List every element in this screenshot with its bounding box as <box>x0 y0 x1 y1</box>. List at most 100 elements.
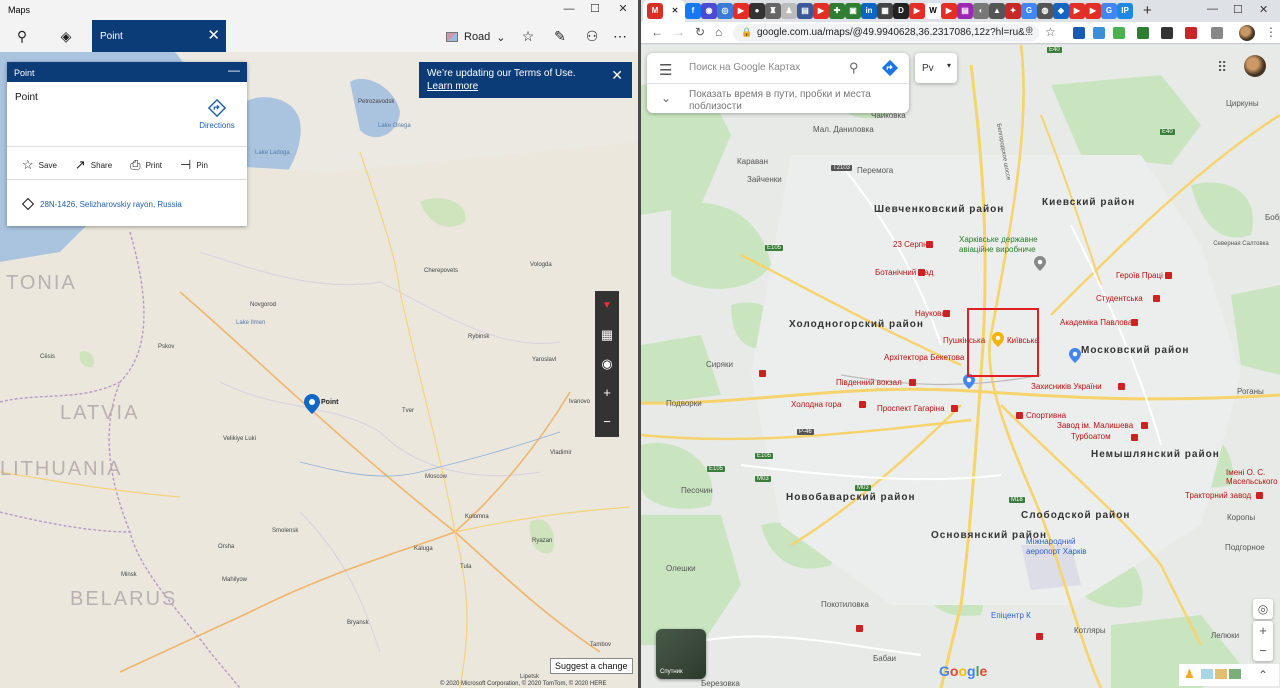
directions-icon[interactable]: ◈ <box>56 26 76 46</box>
location-pin-icon[interactable] <box>304 394 320 414</box>
tab-icon[interactable]: ▣ <box>845 3 861 19</box>
youtube-tab-icon[interactable]: ▶ <box>1069 3 1085 19</box>
tab-icon[interactable]: ◆ <box>1053 3 1069 19</box>
place-marker-icon[interactable] <box>1034 256 1046 271</box>
layer-thumbnail[interactable] <box>1229 669 1241 679</box>
notice-close-icon[interactable]: ✕ <box>611 67 623 84</box>
share-button[interactable]: ↗ Share <box>75 157 112 173</box>
bookmark-star-icon[interactable]: ☆ <box>1045 25 1056 39</box>
zoom-in-button[interactable]: + <box>595 378 619 407</box>
tab-icon[interactable]: IP <box>1117 3 1133 19</box>
zoom-out-button[interactable]: − <box>1253 641 1273 661</box>
travel-time-hint[interactable]: Показать время в пути, пробки и места по… <box>689 89 889 113</box>
extension-icon[interactable] <box>1211 27 1223 39</box>
minimize-button[interactable]: — <box>1207 3 1218 15</box>
google-tab-icon[interactable]: G <box>1101 3 1117 19</box>
extension-icon[interactable] <box>1161 27 1173 39</box>
pegman-icon[interactable]: ♟ <box>1184 667 1195 681</box>
tab-icon[interactable]: ▤ <box>957 3 973 19</box>
layer-thumbnail[interactable] <box>1215 669 1227 679</box>
search-input[interactable]: Поиск на Google Картах <box>689 62 800 73</box>
tab-point[interactable]: Point ✕ <box>92 20 226 52</box>
tab-icon[interactable]: D <box>893 3 909 19</box>
menu-icon[interactable]: ⋮ <box>1265 25 1277 39</box>
google-tab-icon[interactable]: G <box>1021 3 1037 19</box>
learn-more-link[interactable]: Learn more <box>427 81 478 92</box>
account-avatar[interactable] <box>1244 55 1266 77</box>
search-icon[interactable]: ⚲ <box>849 60 859 76</box>
new-tab-button[interactable]: + <box>1143 2 1152 19</box>
tab-icon[interactable]: ◐ <box>973 3 989 19</box>
extension-icon[interactable] <box>1093 27 1105 39</box>
tab-icon[interactable]: ✦ <box>1005 3 1021 19</box>
tab-icon[interactable]: ● <box>749 3 765 19</box>
my-location-icon[interactable]: ◎ <box>1253 599 1273 619</box>
hamburger-menu-icon[interactable]: ☰ <box>659 61 672 79</box>
map-style-button[interactable]: Road ⌄ <box>446 27 506 47</box>
youtube-tab-icon[interactable]: ▶ <box>1085 3 1101 19</box>
maximize-button[interactable]: ☐ <box>1233 3 1243 16</box>
tab-icon[interactable]: ♜ <box>765 3 781 19</box>
layers-preview[interactable] <box>1201 669 1241 679</box>
directions-icon[interactable] <box>881 59 899 77</box>
address-bar[interactable]: 🔒 google.com.ua/maps/@49.9940628,36.2317… <box>733 24 1039 42</box>
back-icon[interactable]: ← <box>651 25 663 39</box>
language-button[interactable]: Рv ▾ <box>915 53 957 83</box>
youtube-tab-icon[interactable]: ▶ <box>909 3 925 19</box>
gmail-tab-icon[interactable]: M <box>647 3 663 19</box>
road-shield: M18 <box>1009 497 1025 503</box>
extension-icon[interactable] <box>1113 27 1125 39</box>
profile-avatar[interactable] <box>1239 25 1255 41</box>
google-map-canvas[interactable]: Чайковка Мал. Даниловка Караван Зайченки… <box>641 45 1280 688</box>
suggest-change-button[interactable]: Suggest a change <box>550 658 633 674</box>
facebook-tab-icon[interactable]: f <box>685 3 701 19</box>
layer-thumbnail[interactable] <box>1201 669 1213 679</box>
tab-icon[interactable]: ▤ <box>797 3 813 19</box>
favorites-icon[interactable]: ☆ <box>518 26 538 46</box>
extension-icon[interactable] <box>1137 27 1149 39</box>
more-icon[interactable]: ⋯ <box>610 26 630 46</box>
location-icon[interactable]: ⊕ <box>1025 25 1033 36</box>
tab-icon[interactable]: ◎ <box>717 3 733 19</box>
search-icon[interactable]: ⚲ <box>12 26 32 46</box>
wikipedia-tab-icon[interactable]: W <box>925 3 941 19</box>
tab-icon[interactable]: ✚ <box>829 3 845 19</box>
print-button[interactable]: ⎙ Print <box>130 157 162 173</box>
extension-icon[interactable] <box>1073 27 1085 39</box>
youtube-tab-icon[interactable]: ▶ <box>813 3 829 19</box>
tab-icon[interactable]: ♟ <box>781 3 797 19</box>
address-link[interactable]: 28N-1426, Selizharovskiy rayon, Russia <box>22 198 182 210</box>
compass-icon[interactable]: ▼ <box>595 291 619 320</box>
user-icon[interactable]: ⚇ <box>582 26 602 46</box>
zoom-in-button[interactable]: + <box>1253 621 1273 641</box>
tab-close-icon[interactable]: ✕ <box>207 26 220 44</box>
tab-icon[interactable]: ▲ <box>989 3 1005 19</box>
close-button[interactable]: ✕ <box>600 0 638 20</box>
pdf-extension-icon[interactable] <box>1185 27 1197 39</box>
home-icon[interactable]: ⌂ <box>715 25 722 39</box>
zoom-out-button[interactable]: − <box>595 407 619 436</box>
ink-pen-icon[interactable]: ✎ <box>550 26 570 46</box>
save-button[interactable]: ☆ Save <box>22 157 57 173</box>
expand-icon[interactable]: ⌃ <box>1253 665 1273 685</box>
close-button[interactable]: ✕ <box>1259 3 1268 16</box>
tab-icon[interactable]: ◍ <box>1037 3 1053 19</box>
forward-icon[interactable]: → <box>673 25 685 39</box>
satellite-toggle[interactable]: Спутник <box>656 629 706 679</box>
tab-close-icon[interactable]: ✕ <box>667 3 683 19</box>
locate-me-icon[interactable]: ◉ <box>595 349 619 378</box>
apps-grid-icon[interactable]: ⠿ <box>1217 59 1227 76</box>
tab-icon[interactable]: ▦ <box>877 3 893 19</box>
place-marker-icon[interactable] <box>1069 348 1081 363</box>
tab-icon[interactable]: ◉ <box>701 3 717 19</box>
chevron-down-icon[interactable]: ⌄ <box>661 91 671 105</box>
lock-icon[interactable]: 🔒 <box>741 27 752 38</box>
linkedin-tab-icon[interactable]: in <box>861 3 877 19</box>
reload-icon[interactable]: ↻ <box>695 25 705 39</box>
3d-view-icon[interactable]: ▦ <box>595 320 619 349</box>
collapse-button[interactable]: — <box>228 63 240 77</box>
pin-button[interactable]: ⊣ Pin <box>180 157 208 173</box>
youtube-tab-icon[interactable]: ▶ <box>733 3 749 19</box>
directions-button[interactable]: Directions <box>197 99 237 130</box>
youtube-tab-icon[interactable]: ▶ <box>941 3 957 19</box>
